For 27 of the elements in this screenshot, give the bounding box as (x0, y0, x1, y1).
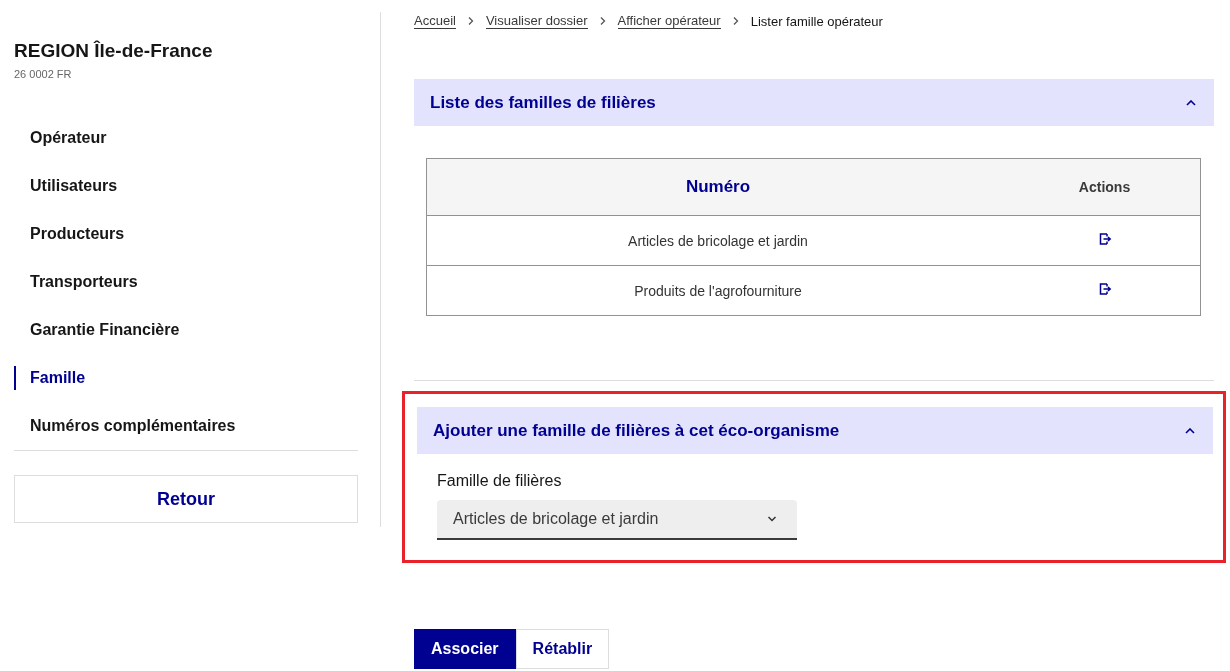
secondary-button[interactable]: Rétablir (515, 629, 610, 669)
sidebar-item[interactable]: Garantie Financière (14, 306, 358, 354)
breadcrumb-link[interactable]: Visualiser dossier (485, 13, 588, 29)
chevron-down-icon (767, 516, 777, 522)
primary-button[interactable]: Associer (414, 629, 516, 669)
column-header: Numéro (685, 177, 751, 196)
organization-id: 26 0002 FR (14, 68, 73, 80)
organization-name: REGION Île-de-France (14, 40, 213, 62)
breadcrumb-link[interactable]: Accueil (414, 13, 456, 29)
export-icon[interactable] (1097, 232, 1112, 246)
sidebar-item[interactable]: Producteurs (14, 210, 358, 258)
table-cell: Articles de bricolage et jardin (628, 232, 808, 249)
table-cell: Produits de l'agrofourniture (634, 282, 802, 299)
column-header: Actions (1078, 179, 1131, 195)
sidebar-item[interactable]: Utilisateurs (14, 162, 358, 210)
sidebar-item[interactable]: Numéros complémentaires (14, 402, 358, 450)
accordion-header[interactable]: Ajouter une famille de filières à cet éco-organisme (417, 407, 1213, 454)
accordion-header[interactable]: Liste des familles de filières (414, 79, 1214, 126)
breadcrumb-link[interactable]: Afficher opérateur (617, 13, 721, 29)
sidebar-item[interactable]: Opérateur (14, 114, 358, 162)
select-field[interactable]: Articles de bricolage et jardin (437, 500, 797, 540)
export-icon[interactable] (1097, 282, 1112, 296)
field-label: Famille de filières (437, 472, 562, 490)
sidebar-item[interactable]: Famille (14, 366, 358, 390)
sidebar-item[interactable]: Transporteurs (14, 258, 358, 306)
back-button[interactable]: Retour (14, 475, 358, 523)
breadcrumb-current: Lister famille opérateur (750, 13, 883, 29)
